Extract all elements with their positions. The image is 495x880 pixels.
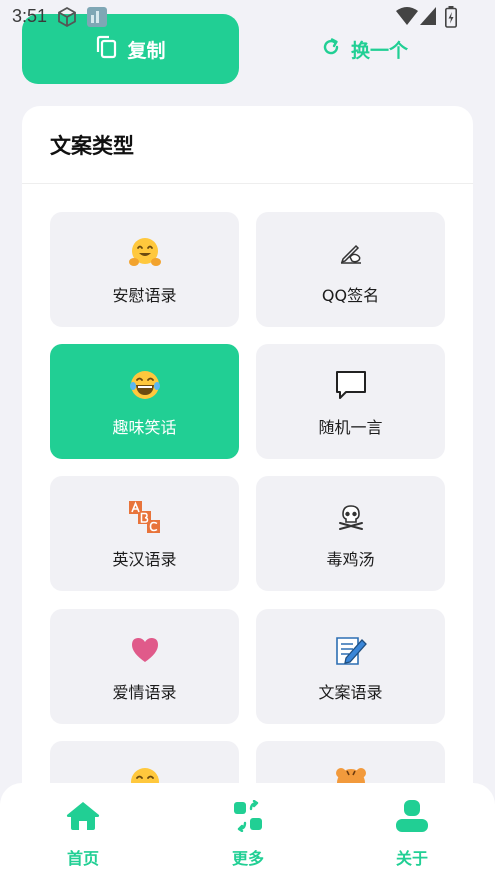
tile-label: 英汉语录 [112, 550, 177, 569]
refresh-icon [321, 37, 341, 62]
nav-item-about[interactable]: 关于 [357, 799, 467, 869]
category-tile-copywriting[interactable]: 文案语录 [256, 609, 445, 724]
category-tile-jokes[interactable]: 趣味笑话 [50, 344, 239, 459]
category-tile-poison-soup[interactable]: 毒鸡汤 [256, 476, 445, 591]
category-tile-english-chinese[interactable]: 英汉语录 [50, 476, 239, 591]
refresh-button-label: 换一个 [350, 39, 408, 62]
more-apps-icon [193, 799, 303, 833]
abc-blocks-icon [50, 500, 239, 534]
speech-bubble-icon [256, 368, 445, 402]
category-card: 文案类型 安慰语录 QQ签名 趣味笑话 随机一言 英汉语录 毒鸡汤 爱情语录 文… [22, 106, 473, 826]
category-tile-random-quote[interactable]: 随机一言 [256, 344, 445, 459]
nav-item-home[interactable]: 首页 [28, 799, 138, 869]
nav-label: 关于 [395, 849, 428, 868]
tile-label: 趣味笑话 [112, 418, 177, 437]
nav-label: 更多 [231, 849, 264, 868]
status-time: 3:51 [12, 6, 48, 26]
card-title: 文案类型 [50, 134, 134, 158]
cell-signal-icon [419, 6, 437, 30]
status-bar: 3:51 [0, 0, 495, 32]
tile-label: 安慰语录 [112, 286, 177, 305]
copy-icon [95, 35, 117, 64]
writing-hand-icon [256, 236, 445, 270]
laughing-face-icon [50, 368, 239, 402]
copy-button-label: 复制 [127, 39, 166, 62]
user-icon [357, 799, 467, 833]
app-notification-icon-2 [86, 6, 108, 32]
hugging-face-icon [50, 236, 239, 270]
tile-label: QQ签名 [321, 286, 380, 305]
category-tile-love-quotes[interactable]: 爱情语录 [50, 609, 239, 724]
bottom-nav: 首页 更多 关于 [0, 783, 495, 880]
heart-icon [50, 633, 239, 667]
nav-item-more[interactable]: 更多 [193, 799, 303, 869]
tile-label: 文案语录 [318, 683, 383, 702]
wifi-icon [396, 6, 418, 30]
home-icon [28, 799, 138, 833]
tile-label: 爱情语录 [112, 683, 177, 702]
nav-label: 首页 [66, 849, 99, 868]
tile-label: 毒鸡汤 [326, 550, 375, 569]
battery-icon [445, 6, 457, 32]
skull-crossbones-icon [256, 500, 445, 534]
memo-pencil-icon [256, 633, 445, 667]
category-tile-comfort[interactable]: 安慰语录 [50, 212, 239, 327]
tile-label: 随机一言 [318, 418, 383, 437]
card-divider [22, 183, 473, 184]
category-tile-qq-signature[interactable]: QQ签名 [256, 212, 445, 327]
app-notification-icon [56, 6, 78, 32]
